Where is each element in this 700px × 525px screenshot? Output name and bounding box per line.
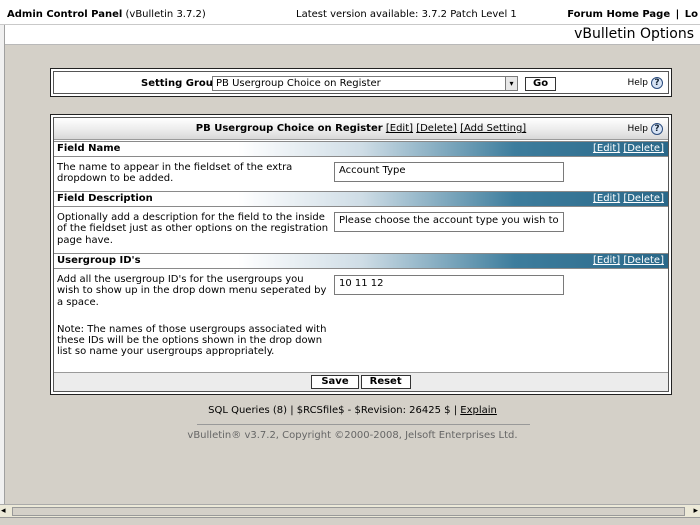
panel-version: (vBulletin 3.7.2) xyxy=(125,9,206,20)
setting-actions: [Edit] [Delete] xyxy=(593,143,664,154)
delete-group-link[interactable]: [Delete] xyxy=(416,123,457,134)
help-icon: ? xyxy=(651,123,663,135)
edit-group-link[interactable]: [Edit] xyxy=(386,123,413,134)
setting-name: Field Name xyxy=(57,143,121,154)
setting-delete-link[interactable]: [Delete] xyxy=(623,255,664,266)
setting-name: Field Description xyxy=(57,193,153,204)
copyright: vBulletin® v3.7.2, Copyright ©2000-2008,… xyxy=(187,430,518,441)
scroll-left-icon[interactable]: ◂ xyxy=(1,506,6,516)
panel-title: Admin Control Panel (vBulletin 3.7.2) xyxy=(7,9,206,20)
forum-home-link[interactable]: Forum Home Page xyxy=(567,9,670,20)
setting-name: Usergroup ID's xyxy=(57,255,141,266)
query-info: SQL Queries (8) | $RCSfile$ - $Revision:… xyxy=(5,405,700,416)
field-name-input[interactable]: Account Type xyxy=(334,162,564,182)
setting-delete-link[interactable]: [Delete] xyxy=(623,143,664,154)
panel-title-text: Admin Control Panel xyxy=(7,9,123,20)
logout-link[interactable]: Lo xyxy=(685,9,698,20)
explain-link[interactable]: Explain xyxy=(460,405,497,416)
go-button[interactable]: Go xyxy=(525,77,557,91)
horizontal-scrollbar[interactable]: ◂ ▸ xyxy=(0,504,700,517)
field-description-input[interactable]: Please choose the account type you wish … xyxy=(334,212,564,232)
admin-window: Admin Control Panel (vBulletin 3.7.2) La… xyxy=(0,0,700,525)
setting-description: Optionally add a description for the fie… xyxy=(57,212,329,246)
setting-group-select[interactable]: PB Usergroup Choice on Register xyxy=(212,76,518,91)
query-count: SQL Queries (8) | $RCSfile$ - $Revision:… xyxy=(208,405,458,416)
page-title: vBulletin Options xyxy=(574,26,694,42)
setting-note: Note: The names of those usergroups asso… xyxy=(57,323,327,358)
setting-actions: [Edit] [Delete] xyxy=(593,255,664,266)
add-setting-link[interactable]: [Add Setting] xyxy=(460,123,526,134)
reset-button[interactable]: Reset xyxy=(360,375,411,389)
setting-description: Add all the usergroup ID's for the userg… xyxy=(57,274,329,358)
setting-delete-link[interactable]: [Delete] xyxy=(623,193,664,204)
help-icon: ? xyxy=(651,77,663,89)
top-bar: Admin Control Panel (vBulletin 3.7.2) La… xyxy=(0,0,700,25)
divider: | xyxy=(675,9,680,20)
usergroup-ids-input[interactable]: 10 11 12 xyxy=(334,275,564,295)
settings-table: PB Usergroup Choice on Register [Edit] [… xyxy=(50,114,672,395)
latest-version: Latest version available: 3.7.2 Patch Le… xyxy=(296,9,517,20)
top-links: Forum Home Page | Lo xyxy=(565,9,698,20)
setting-group-label: Setting Group xyxy=(141,78,221,89)
setting-group-table: Setting Group PB Usergroup Choice on Reg… xyxy=(50,68,672,97)
scrollbar-thumb[interactable] xyxy=(12,507,685,516)
save-button[interactable]: Save xyxy=(311,375,359,389)
help-label: Help xyxy=(627,78,648,88)
help-link[interactable]: Help ? xyxy=(627,77,663,89)
setting-row-head-field-description: Field Description [Edit] [Delete] xyxy=(54,191,668,207)
setting-description-text: Add all the usergroup ID's for the userg… xyxy=(57,274,327,308)
chevron-down-icon[interactable]: ▾ xyxy=(505,77,517,90)
setting-description: The name to appear in the fieldset of th… xyxy=(57,162,293,185)
group-title: PB Usergroup Choice on Register xyxy=(195,123,383,134)
settings-table-footer: Save Reset xyxy=(54,372,668,391)
footer-divider xyxy=(197,424,530,425)
main-content: Setting Group PB Usergroup Choice on Reg… xyxy=(5,46,700,504)
setting-group-row: Setting Group PB Usergroup Choice on Reg… xyxy=(53,71,669,94)
setting-edit-link[interactable]: [Edit] xyxy=(593,255,620,266)
help-label-2: Help xyxy=(627,124,648,134)
setting-row-body-field-name: The name to appear in the fieldset of th… xyxy=(54,158,668,190)
scroll-right-icon[interactable]: ▸ xyxy=(693,506,698,516)
setting-row-body-usergroup-ids: Add all the usergroup ID's for the userg… xyxy=(54,270,668,370)
setting-edit-link[interactable]: [Edit] xyxy=(593,143,620,154)
settings-table-header: PB Usergroup Choice on Register [Edit] [… xyxy=(54,118,668,140)
setting-row-body-field-description: Optionally add a description for the fie… xyxy=(54,208,668,252)
help-link-2[interactable]: Help ? xyxy=(627,123,663,135)
setting-edit-link[interactable]: [Edit] xyxy=(593,193,620,204)
group-title-row: PB Usergroup Choice on Register [Edit] [… xyxy=(54,123,668,134)
settings-table-inner: PB Usergroup Choice on Register [Edit] [… xyxy=(53,117,669,392)
setting-row-head-field-name: Field Name [Edit] [Delete] xyxy=(54,141,668,157)
setting-actions: [Edit] [Delete] xyxy=(593,193,664,204)
setting-row-head-usergroup-ids: Usergroup ID's [Edit] [Delete] xyxy=(54,253,668,269)
page-header: vBulletin Options xyxy=(5,25,700,45)
taskbar-strip xyxy=(0,517,700,525)
